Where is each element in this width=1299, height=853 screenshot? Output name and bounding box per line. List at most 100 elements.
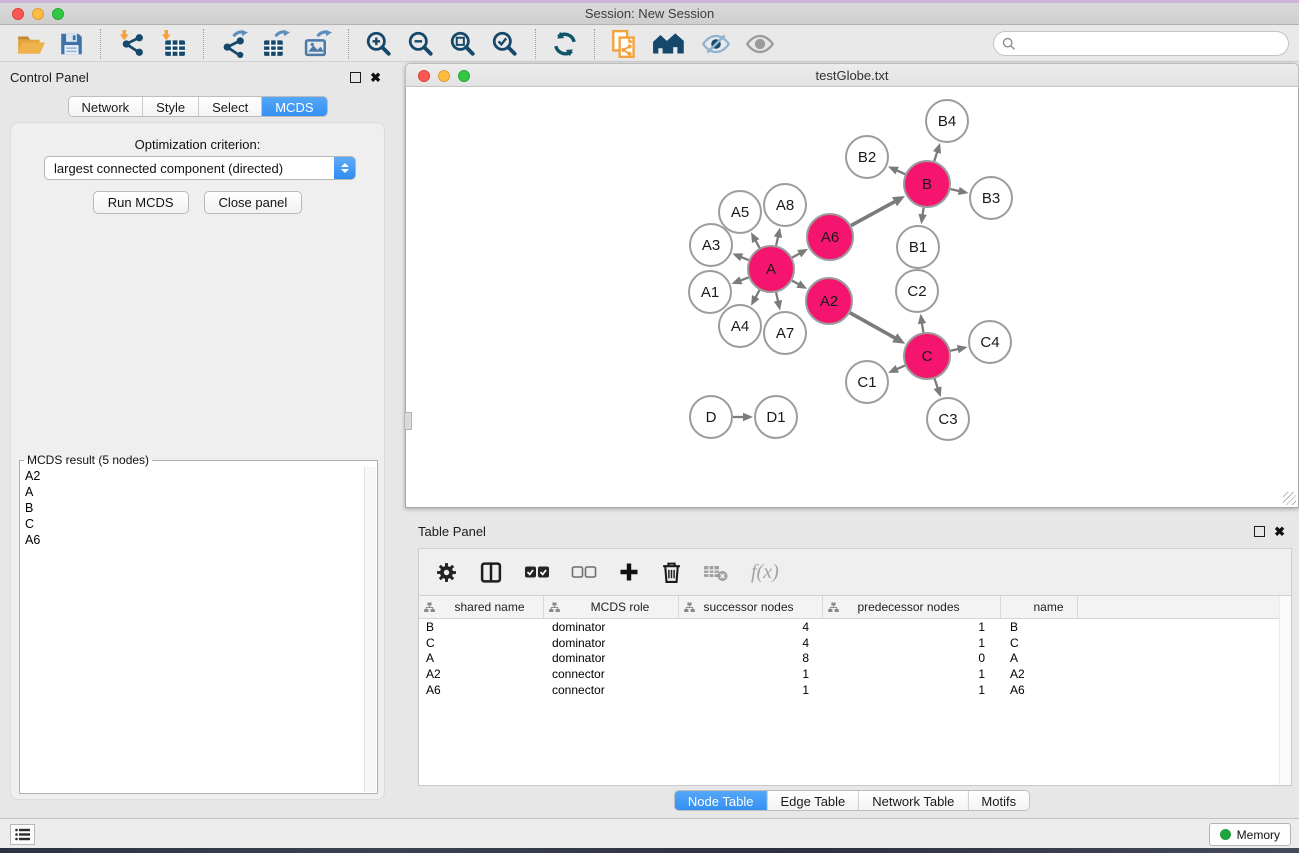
tab-network-table[interactable]: Network Table [859, 791, 968, 810]
delete-column-button[interactable] [661, 561, 682, 584]
table-row[interactable]: Adominator80A [419, 651, 1291, 667]
graph-node-A[interactable]: A [748, 246, 794, 292]
graph-edge-A2-C[interactable] [850, 313, 897, 339]
table-cell[interactable]: A [1001, 651, 1078, 665]
table-cell[interactable]: 4 [679, 620, 823, 634]
graph-node-B2[interactable]: B2 [846, 136, 888, 178]
result-list-item[interactable]: A6 [25, 532, 364, 548]
select-all-button[interactable] [524, 565, 550, 579]
table-cell[interactable]: 1 [823, 683, 1001, 697]
table-cell[interactable]: 1 [679, 667, 823, 681]
table-cell[interactable]: C [1001, 636, 1078, 650]
add-column-button[interactable] [618, 561, 640, 583]
graph-node-B3[interactable]: B3 [970, 177, 1012, 219]
table-row[interactable]: Cdominator41C [419, 635, 1291, 651]
tab-network[interactable]: Network [68, 97, 143, 116]
import-network-button[interactable] [110, 28, 152, 60]
column-header-predecessor-nodes[interactable]: predecessor nodes [823, 596, 1001, 618]
column-header-name[interactable]: name [1001, 596, 1078, 618]
result-list-item[interactable]: A2 [25, 468, 364, 484]
deselect-all-button[interactable] [571, 565, 597, 579]
graph-node-C4[interactable]: C4 [969, 321, 1011, 363]
close-table-panel-icon[interactable]: ✖ [1274, 526, 1285, 537]
table-settings-button[interactable] [435, 561, 458, 584]
table-cell[interactable]: dominator [544, 636, 679, 650]
float-panel-icon[interactable] [350, 72, 361, 83]
graph-node-C[interactable]: C [904, 333, 950, 379]
delete-table-button[interactable] [703, 562, 730, 582]
graph-node-B[interactable]: B [904, 161, 950, 207]
graph-edge-A6-B[interactable] [851, 201, 896, 226]
table-cell[interactable]: 1 [823, 620, 1001, 634]
table-cell[interactable]: A6 [1001, 683, 1078, 697]
tab-select[interactable]: Select [199, 97, 262, 116]
table-cell[interactable]: 8 [679, 651, 823, 665]
network-window-titlebar[interactable]: testGlobe.txt [405, 63, 1299, 87]
export-network-button[interactable] [213, 28, 255, 60]
graph-node-A6[interactable]: A6 [807, 214, 853, 260]
column-header-mcds-role[interactable]: MCDS role [544, 596, 679, 618]
zoom-selected-button[interactable] [484, 28, 526, 60]
export-table-button[interactable] [255, 28, 297, 60]
table-row[interactable]: A2connector11A2 [419, 666, 1291, 682]
mcds-result-list[interactable]: A2ABCA6 [21, 467, 364, 792]
table-cell[interactable]: 4 [679, 636, 823, 650]
run-mcds-button[interactable]: Run MCDS [93, 191, 189, 214]
table-cell[interactable]: 1 [823, 667, 1001, 681]
graph-node-A1[interactable]: A1 [689, 271, 731, 313]
table-cell[interactable]: C [419, 636, 544, 650]
table-cell[interactable]: A6 [419, 683, 544, 697]
float-table-panel-icon[interactable] [1254, 526, 1265, 537]
table-cell[interactable]: connector [544, 683, 679, 697]
optimization-criterion-select[interactable]: largest connected component (directed) [44, 156, 356, 180]
table-cell[interactable]: connector [544, 667, 679, 681]
tab-motifs[interactable]: Motifs [968, 791, 1029, 810]
canvas-edge-handle[interactable] [404, 412, 412, 430]
zoom-in-button[interactable] [358, 28, 400, 60]
import-table-button[interactable] [152, 28, 194, 60]
graph-node-D1[interactable]: D1 [755, 396, 797, 438]
table-cell[interactable]: A2 [419, 667, 544, 681]
zoom-out-button[interactable] [400, 28, 442, 60]
show-panels-button[interactable] [738, 29, 782, 59]
network-canvas[interactable]: B4B2BB3A5A8A6B1A3AA1C2A2A4A7C4CC1C3DD1 [405, 87, 1299, 508]
tab-edge-table[interactable]: Edge Table [767, 791, 859, 810]
graph-node-A5[interactable]: A5 [719, 191, 761, 233]
graph-node-A4[interactable]: A4 [719, 305, 761, 347]
column-header-shared-name[interactable]: shared name [419, 596, 544, 618]
graph-node-C1[interactable]: C1 [846, 361, 888, 403]
result-list-item[interactable]: B [25, 500, 364, 516]
table-cell[interactable]: 0 [823, 651, 1001, 665]
result-list-item[interactable]: A [25, 484, 364, 500]
table-cell[interactable]: dominator [544, 620, 679, 634]
table-cell[interactable]: 1 [679, 683, 823, 697]
memory-button[interactable]: Memory [1209, 823, 1291, 846]
tab-mcds[interactable]: MCDS [262, 97, 326, 116]
graph-node-C2[interactable]: C2 [896, 270, 938, 312]
graph-node-A2[interactable]: A2 [806, 278, 852, 324]
table-cell[interactable]: B [419, 620, 544, 634]
open-session-button[interactable] [10, 29, 52, 59]
graph-node-D[interactable]: D [690, 396, 732, 438]
function-builder-button[interactable]: f(x) [751, 561, 779, 584]
table-cell[interactable]: B [1001, 620, 1078, 634]
tab-style[interactable]: Style [143, 97, 199, 116]
graph-node-C3[interactable]: C3 [927, 398, 969, 440]
graph-node-A8[interactable]: A8 [764, 184, 806, 226]
graph-node-A3[interactable]: A3 [690, 224, 732, 266]
table-row[interactable]: Bdominator41B [419, 619, 1291, 635]
toggle-columns-button[interactable] [479, 561, 503, 584]
hide-panels-button[interactable] [694, 29, 738, 59]
table-cell[interactable]: A2 [1001, 667, 1078, 681]
column-header-successor-nodes[interactable]: successor nodes [679, 596, 823, 618]
close-panel-icon[interactable]: ✖ [370, 72, 381, 83]
export-image-button[interactable] [297, 28, 339, 60]
table-scrollbar[interactable] [1279, 596, 1291, 785]
search-input[interactable] [1021, 36, 1288, 51]
zoom-fit-button[interactable] [442, 28, 484, 60]
save-session-button[interactable] [52, 29, 91, 59]
close-panel-button[interactable]: Close panel [204, 191, 303, 214]
tab-node-table[interactable]: Node Table [675, 791, 768, 810]
graph-node-B1[interactable]: B1 [897, 226, 939, 268]
graph-node-A7[interactable]: A7 [764, 312, 806, 354]
